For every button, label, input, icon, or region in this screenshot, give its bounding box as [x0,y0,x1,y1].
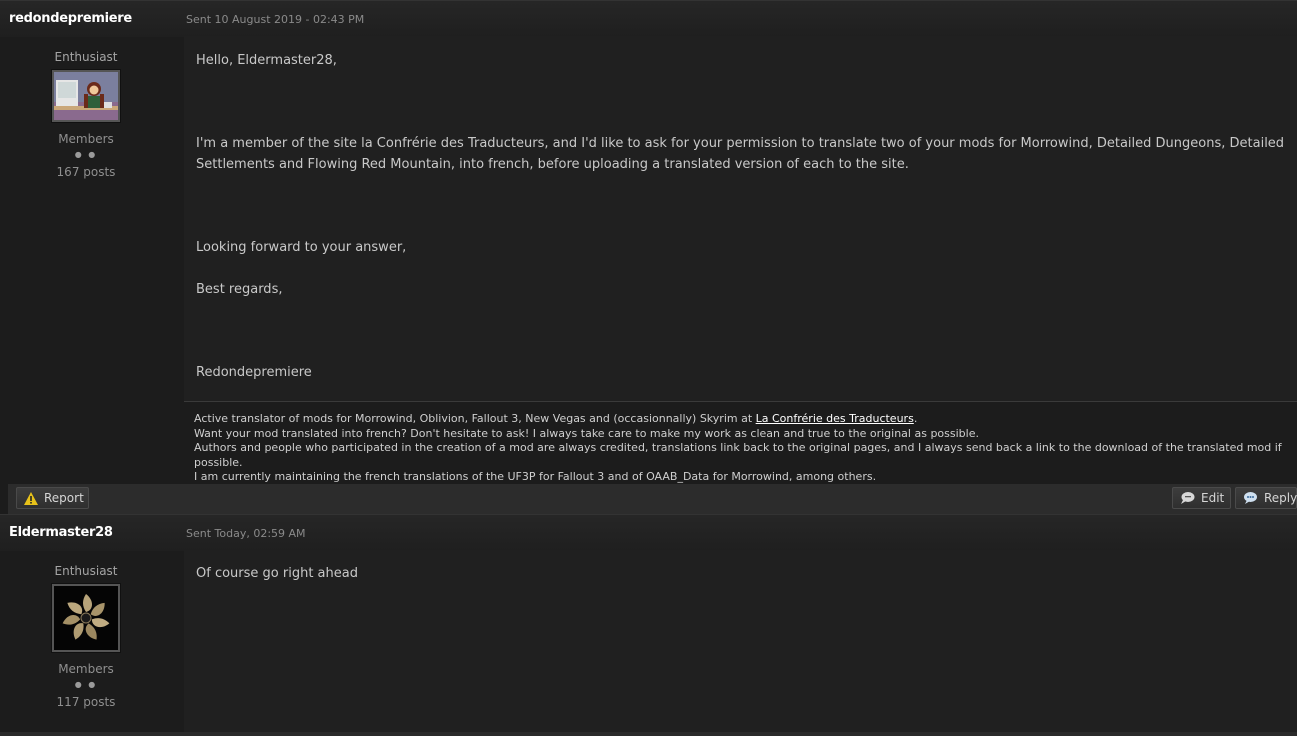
signature-text: Active translator of mods for Morrowind,… [194,412,756,425]
member-title: Enthusiast [54,50,118,64]
post-count: 117 posts [56,695,116,709]
signature-line: Active translator of mods for Morrowind,… [194,412,1297,427]
message-content: Of course go right ahead [184,563,1297,584]
post-count: 167 posts [56,165,116,179]
reply-label: Reply [1264,491,1297,505]
speech-bubble-icon [1180,491,1195,505]
message-content: Hello, Eldermaster28, I'm a member of th… [184,50,1297,383]
post-date: Sent 10 August 2019 - 02:43 PM [186,13,365,26]
message-post: Eldermaster28 Sent Today, 02:59 AM Enthu… [0,514,1297,736]
edit-button[interactable]: Edit [1172,487,1231,509]
message-paragraph: Redondepremiere [196,365,312,380]
reply-button[interactable]: Reply [1235,487,1297,509]
signature-line: I am currently maintaining the french tr… [194,470,877,483]
member-title: Enthusiast [54,564,118,578]
avatar[interactable] [52,70,120,122]
post-header: redondepremiere Sent 10 August 2019 - 02… [0,0,1297,37]
message-paragraph: Of course go right ahead [196,566,358,581]
message-paragraph: I'm a member of the site la Confrérie de… [196,136,1285,172]
author-name-link[interactable]: Eldermaster28 [9,525,113,540]
message-body: Of course go right ahead [184,550,1297,736]
reply-bubble-icon [1243,491,1258,505]
member-group: Members [58,132,114,146]
signature: Active translator of mods for Morrowind,… [184,401,1297,485]
post-actions-bar: Report Edit Reply [8,484,1297,514]
edit-label: Edit [1201,491,1225,505]
post-header: Eldermaster28 Sent Today, 02:59 AM [0,514,1297,551]
author-name-link[interactable]: redondepremiere [9,11,132,26]
message-paragraph: Best regards, [196,282,283,297]
message-paragraph: Looking forward to your answer, [196,240,407,255]
message-paragraph: Hello, Eldermaster28, [196,53,337,68]
signature-line: Want your mod translated into french? Do… [194,426,979,440]
message-body: Hello, Eldermaster28, I'm a member of th… [184,36,1297,401]
avatar-image [54,586,118,650]
message-thread: redondepremiere Sent 10 August 2019 - 02… [0,0,1297,736]
warning-icon [24,491,38,505]
message-post: redondepremiere Sent 10 August 2019 - 02… [0,0,1297,516]
rank-pips: ● ● [74,680,98,689]
signature-line: Authors and people who participated in t… [194,441,1282,469]
post-date: Sent Today, 02:59 AM [186,527,306,540]
avatar-image [54,72,118,120]
report-label: Report [44,491,84,505]
author-info: Enthusiast Members ● ● 167 posts [0,36,172,179]
post-divider [0,732,1297,736]
rank-pips: ● ● [74,150,98,159]
report-button[interactable]: Report [16,487,89,509]
member-group: Members [58,662,114,676]
author-info: Enthusiast Members ● ● 117 posts [0,550,172,709]
avatar[interactable] [52,584,120,652]
signature-text: . [913,412,918,425]
signature-link[interactable]: La Confrérie des Traducteurs [756,412,914,425]
